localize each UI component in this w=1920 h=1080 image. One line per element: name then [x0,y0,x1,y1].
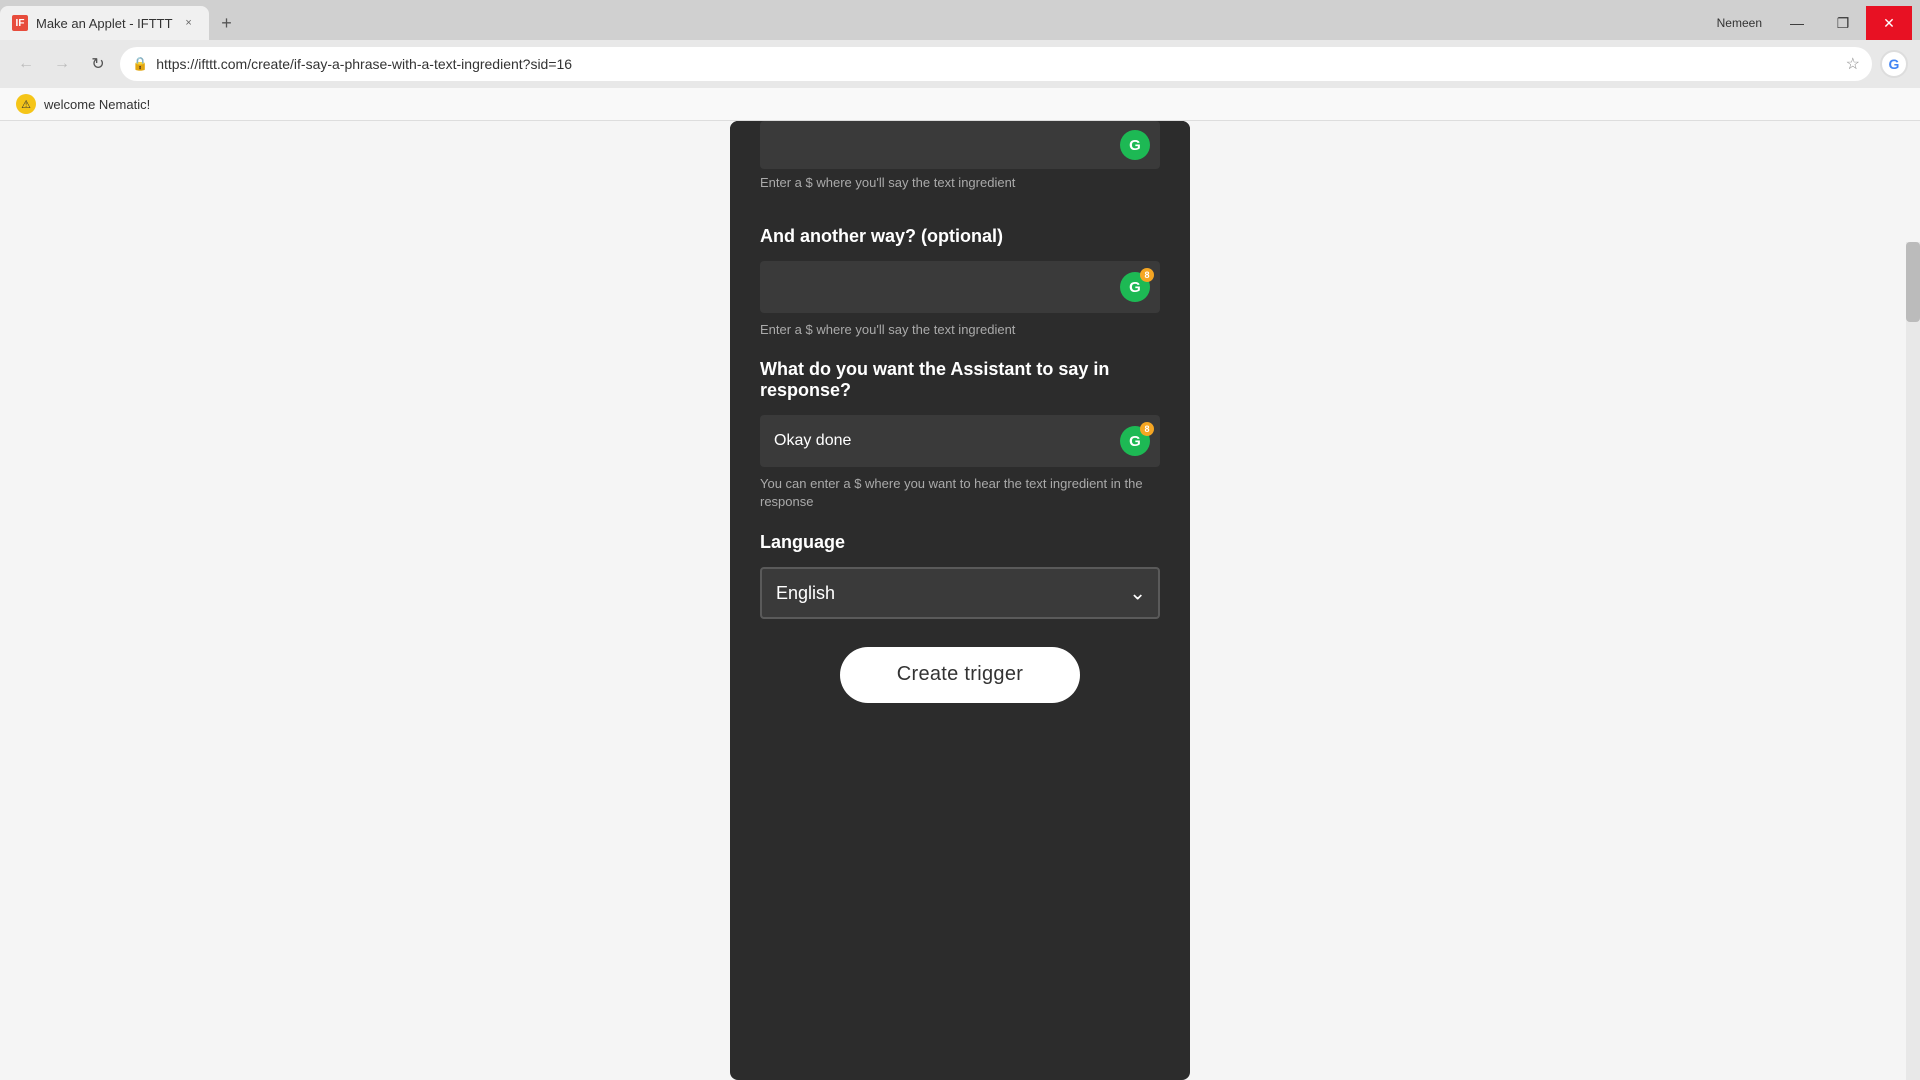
grammarly-icon-top: G [1120,130,1150,160]
response-input-icon: G 8 [1120,426,1150,456]
response-section: What do you want the Assistant to say in… [730,339,1190,511]
secure-icon: 🔒 [132,56,148,72]
back-button[interactable]: ← [12,50,40,78]
response-hint: You can enter a $ where you want to hear… [760,475,1160,511]
browser-toolbar-icons: G [1880,50,1908,78]
create-trigger-button[interactable]: Create trigger [840,647,1080,703]
notification-bar: ⚠ welcome Nematic! [0,88,1920,121]
window-controls: Nemeen — ❐ ✕ [1717,6,1920,40]
grammarly-badge: 8 [1140,268,1154,282]
refresh-button[interactable]: ↻ [84,50,112,78]
address-bar: ← → ↻ 🔒 https://ifttt.com/create/if-say-… [0,40,1920,88]
active-tab[interactable]: IF Make an Applet - IFTTT × [0,6,209,40]
url-text: https://ifttt.com/create/if-say-a-phrase… [156,56,1837,72]
tab-favicon: IF [12,15,28,31]
grammarly-icon-another: G 8 [1120,272,1150,302]
another-way-field-wrap: G 8 [760,261,1160,313]
form-card: G Enter a $ where you'll say the text in… [730,121,1190,1080]
new-tab-button[interactable]: + [213,9,241,37]
scrollbar-thumb[interactable] [1906,242,1920,322]
response-field-wrap: G 8 [760,415,1160,467]
language-section: Language English French German Spanish I… [730,512,1190,619]
top-section: G Enter a $ where you'll say the text in… [730,121,1190,206]
tab-bar: IF Make an Applet - IFTTT × + Nemeen — ❐… [0,0,1920,40]
notification-text: welcome Nematic! [44,97,150,112]
scrollbar-track[interactable] [1906,242,1920,1080]
another-way-input-icon: G 8 [1120,272,1150,302]
tab-title: Make an Applet - IFTTT [36,16,173,31]
tab-close-button[interactable]: × [181,15,197,31]
top-hint-text: Enter a $ where you'll say the text ingr… [760,175,1160,190]
language-select-wrap: English French German Spanish Italian Ja… [760,567,1160,619]
page-content: G Enter a $ where you'll say the text in… [0,121,1920,1080]
language-select[interactable]: English French German Spanish Italian Ja… [760,567,1160,619]
address-input[interactable]: 🔒 https://ifttt.com/create/if-say-a-phra… [120,47,1872,81]
minimize-button[interactable]: — [1774,6,1820,40]
another-way-section: And another way? (optional) G 8 Enter a … [730,206,1190,339]
google-account-icon[interactable]: G [1880,50,1908,78]
language-label: Language [760,532,1160,553]
another-way-input[interactable] [760,261,1160,313]
browser-chrome: IF Make an Applet - IFTTT × + Nemeen — ❐… [0,0,1920,121]
response-input[interactable] [760,415,1160,467]
response-label: What do you want the Assistant to say in… [760,359,1160,401]
top-input-wrap: G [760,121,1160,169]
another-way-hint: Enter a $ where you'll say the text ingr… [760,321,1160,339]
maximize-button[interactable]: ❐ [1820,6,1866,40]
another-way-label: And another way? (optional) [760,226,1160,247]
forward-button[interactable]: → [48,50,76,78]
top-input-icon: G [1120,130,1150,160]
notification-icon: ⚠ [16,94,36,114]
window-user: Nemeen [1717,16,1762,30]
grammarly-badge-response: 8 [1140,422,1154,436]
close-button[interactable]: ✕ [1866,6,1912,40]
bookmark-icon[interactable]: ☆ [1846,54,1860,74]
grammarly-icon-response: G 8 [1120,426,1150,456]
